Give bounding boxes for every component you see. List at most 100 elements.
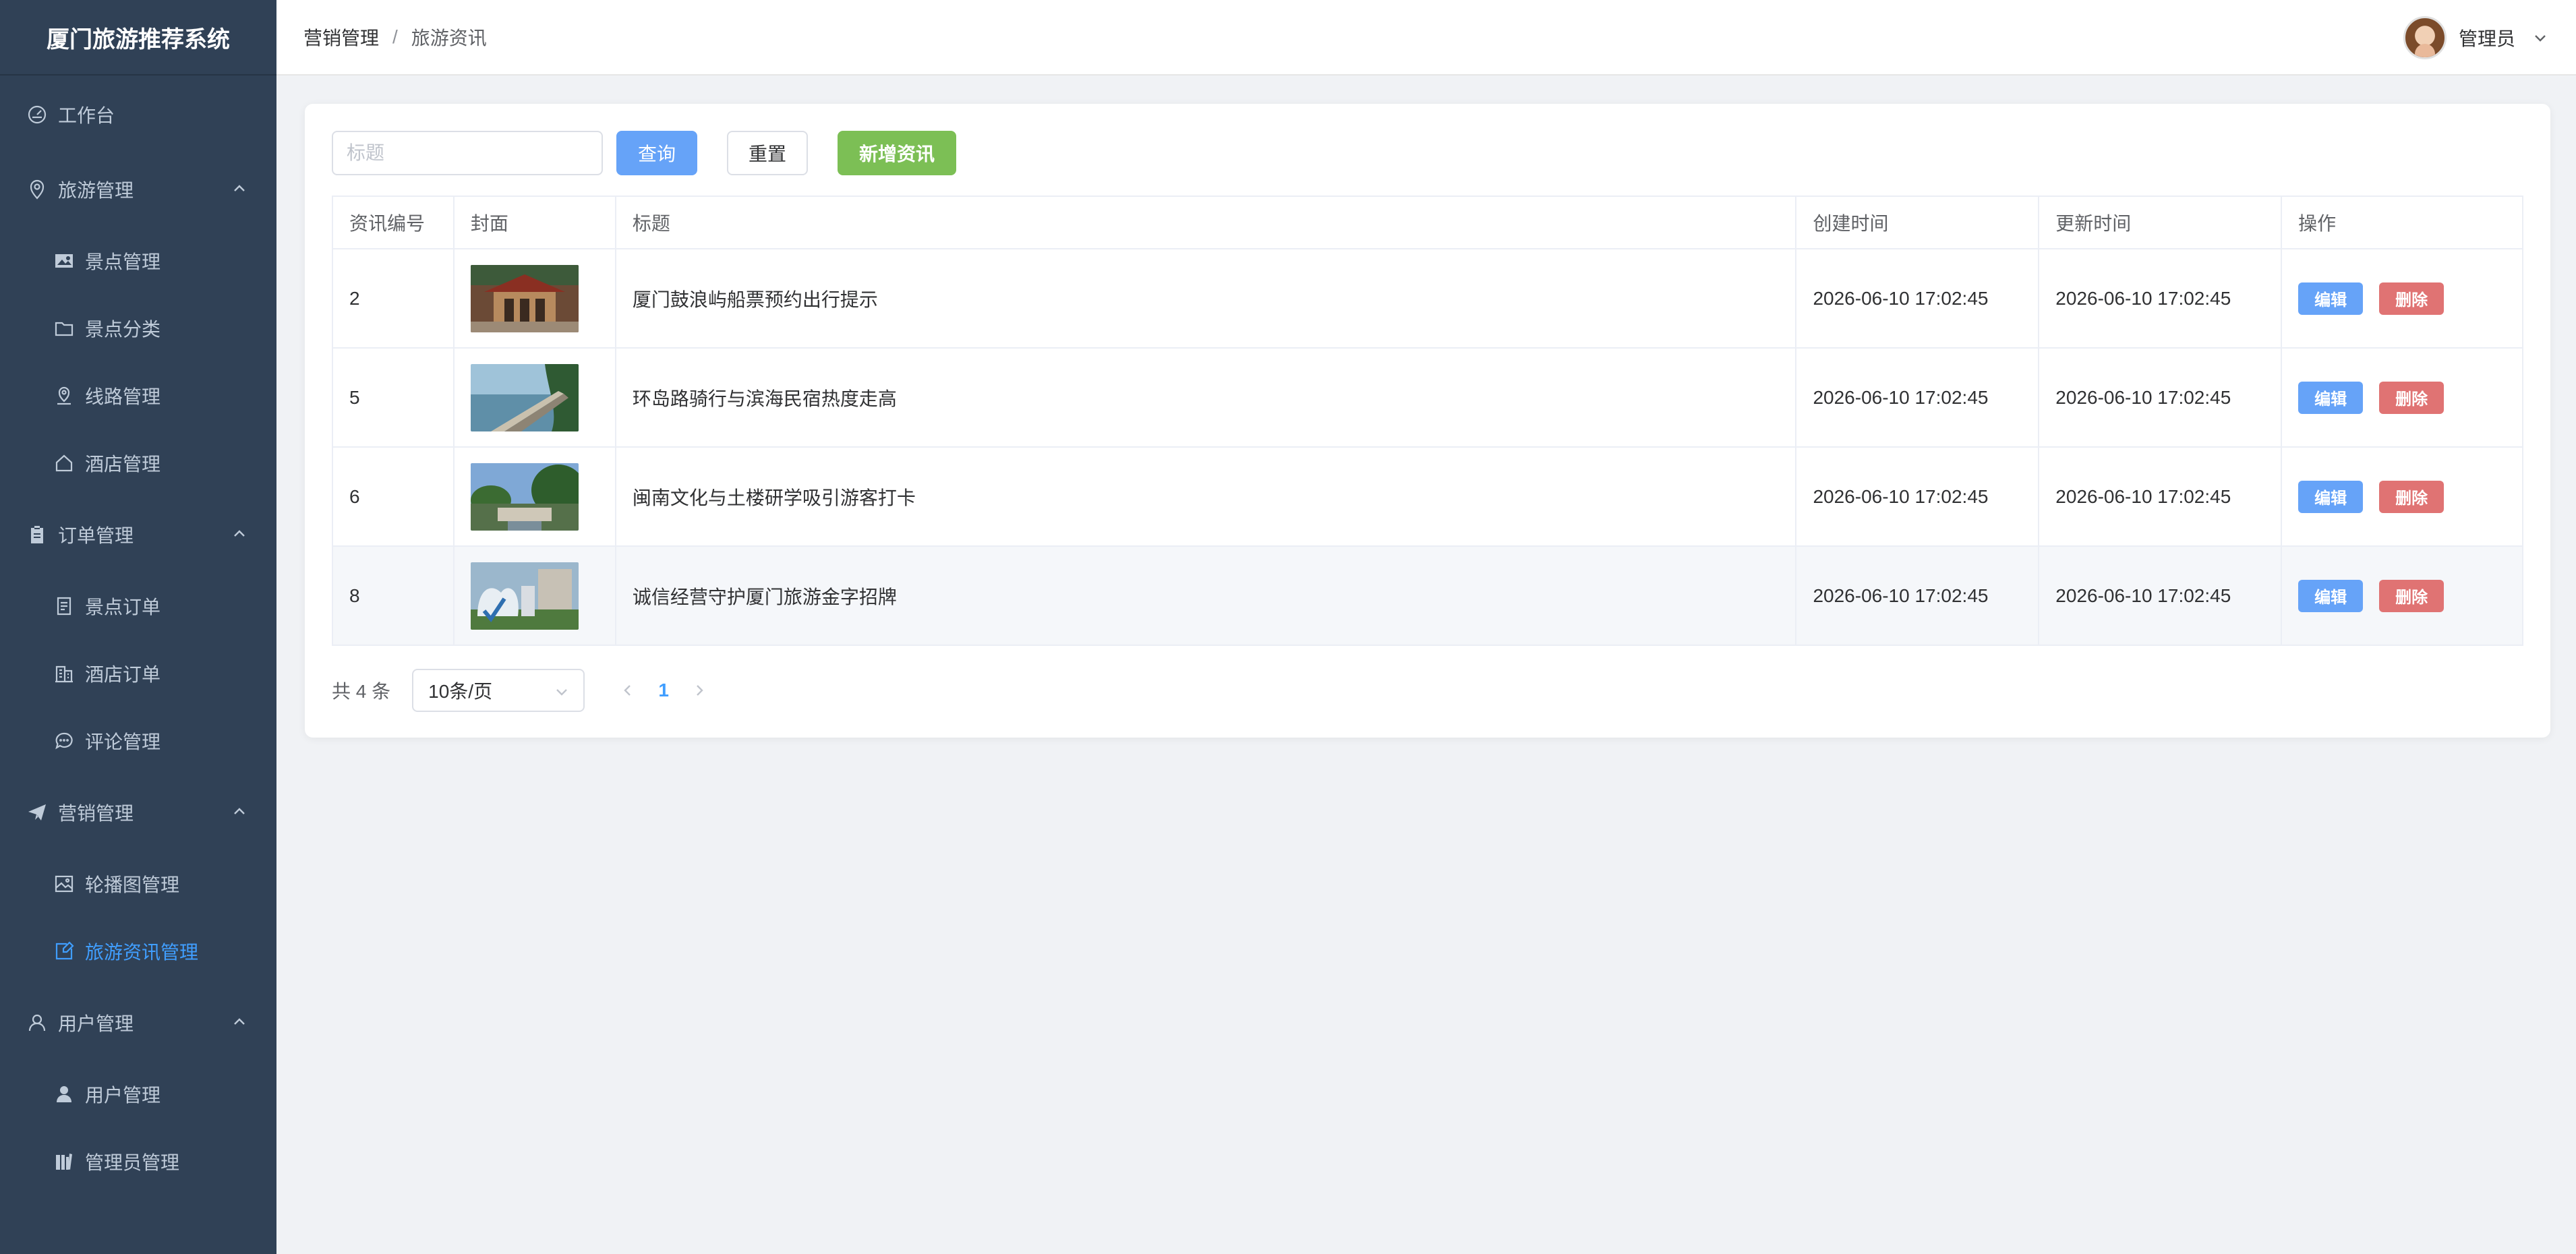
next-page-button[interactable]: [686, 677, 713, 704]
user-menu[interactable]: 管理员: [2403, 13, 2549, 62]
sidebar-group-marketing[interactable]: 营销管理: [0, 779, 276, 846]
user-solid-icon: [53, 1083, 76, 1106]
reset-button[interactable]: 重置: [727, 131, 808, 175]
location-icon: [26, 178, 49, 201]
sidebar-item-attractions[interactable]: 景点管理: [0, 227, 276, 295]
cell-actions: 编辑 删除: [2281, 545, 2523, 646]
chevron-up-icon: [231, 1013, 248, 1031]
news-table: 资讯编号 封面 标题 创建时间 更新时间 操作 2 厦门鼓浪屿船票预约出行提示 …: [332, 196, 2523, 646]
user-name: 管理员: [2458, 28, 2515, 49]
sidebar-item-label: 用户管理: [58, 1013, 134, 1034]
breadcrumb-separator: /: [392, 26, 398, 47]
title-search-input[interactable]: [332, 131, 603, 175]
cell-title: 厦门鼓浪屿船票预约出行提示: [614, 248, 1797, 349]
cell-created: 2026-06-10 17:02:45: [1795, 347, 2040, 448]
dashboard-icon: [26, 103, 49, 126]
sidebar-group-travel[interactable]: 旅游管理: [0, 156, 276, 223]
app-title: 厦门旅游推荐系统: [0, 0, 276, 76]
edit-button[interactable]: 编辑: [2298, 282, 2364, 315]
sidebar-item-label: 轮播图管理: [85, 874, 180, 895]
clipboard-icon: [26, 523, 49, 546]
edit-button[interactable]: 编辑: [2298, 480, 2364, 513]
sidebar-item-label: 线路管理: [85, 386, 161, 407]
sidebar-item-hotels[interactable]: 酒店管理: [0, 429, 276, 497]
sidebar-item-categories[interactable]: 景点分类: [0, 295, 276, 362]
column-header-actions: 操作: [2281, 196, 2523, 249]
user-icon: [26, 1011, 49, 1034]
edit-button[interactable]: 编辑: [2298, 381, 2364, 414]
sidebar-item-hotel-orders[interactable]: 酒店订单: [0, 640, 276, 707]
cover-image: [470, 462, 579, 531]
cell-updated: 2026-06-10 17:02:45: [2038, 446, 2283, 547]
cell-cover: [452, 347, 616, 448]
column-header-id: 资讯编号: [332, 196, 455, 249]
delete-button[interactable]: 删除: [2379, 282, 2445, 315]
sidebar-item-news[interactable]: 旅游资讯管理: [0, 918, 276, 985]
table-row: 5 环岛路骑行与滨海民宿热度走高 2026-06-10 17:02:45 202…: [332, 347, 2523, 448]
search-toolbar: 查询 重置 新增资讯: [332, 131, 956, 175]
page-number-current[interactable]: 1: [641, 680, 686, 701]
sidebar-item-routes[interactable]: 线路管理: [0, 362, 276, 429]
news-icon: [53, 940, 76, 963]
delete-button[interactable]: 删除: [2379, 480, 2445, 513]
sidebar-item-user-list[interactable]: 用户管理: [0, 1061, 276, 1128]
column-header-cover: 封面: [452, 196, 616, 249]
sidebar-item-label: 管理员管理: [85, 1152, 180, 1173]
edit-button[interactable]: 编辑: [2298, 579, 2364, 612]
table-row: 6 闽南文化与土楼研学吸引游客打卡 2026-06-10 17:02:45 20…: [332, 446, 2523, 547]
cell-cover: [452, 545, 616, 646]
delete-button[interactable]: 删除: [2379, 579, 2445, 612]
document-icon: [53, 595, 76, 618]
promotion-icon: [26, 801, 49, 824]
chevron-up-icon: [231, 525, 248, 543]
chat-icon: [53, 729, 76, 752]
query-button[interactable]: 查询: [616, 131, 697, 175]
top-header: 营销管理 / 旅游资讯 管理员: [276, 0, 2576, 76]
sidebar-item-attraction-orders[interactable]: 景点订单: [0, 572, 276, 640]
chevron-left-icon: [624, 685, 631, 696]
cell-updated: 2026-06-10 17:02:45: [2038, 347, 2283, 448]
office-building-icon: [53, 662, 76, 685]
cell-cover: [452, 446, 616, 547]
breadcrumb: 营销管理 / 旅游资讯: [303, 24, 487, 51]
cover-image: [470, 562, 579, 630]
cell-actions: 编辑 删除: [2281, 347, 2523, 448]
column-header-title: 标题: [614, 196, 1797, 249]
sidebar-item-label: 评论管理: [85, 732, 161, 752]
house-icon: [53, 452, 76, 475]
cell-created: 2026-06-10 17:02:45: [1795, 545, 2040, 646]
delete-button[interactable]: 删除: [2379, 381, 2445, 414]
sidebar-item-admins[interactable]: 管理员管理: [0, 1128, 276, 1195]
chevron-down-icon: [2531, 29, 2549, 47]
cell-updated: 2026-06-10 17:02:45: [2038, 545, 2283, 646]
route-icon: [53, 384, 76, 407]
cell-id: 2: [332, 248, 455, 349]
breadcrumb-item-news: 旅游资讯: [411, 28, 487, 49]
table-row: 2 厦门鼓浪屿船票预约出行提示 2026-06-10 17:02:45 2026…: [332, 248, 2523, 349]
sidebar-item-label: 旅游管理: [58, 180, 134, 201]
sidebar-item-comments[interactable]: 评论管理: [0, 707, 276, 775]
cover-image: [470, 264, 579, 332]
sidebar-item-label: 酒店订单: [85, 664, 161, 685]
admin-icon: [53, 1150, 76, 1173]
column-header-updated: 更新时间: [2038, 196, 2283, 249]
chevron-down-icon: [554, 683, 570, 699]
cell-created: 2026-06-10 17:02:45: [1795, 446, 2040, 547]
sidebar-group-orders[interactable]: 订单管理: [0, 501, 276, 568]
cell-id: 8: [332, 545, 455, 646]
sidebar: 厦门旅游推荐系统 工作台 旅游管理 景点管理 景点分类 线路管理 酒店管理 订单…: [0, 0, 276, 1254]
cell-cover: [452, 248, 616, 349]
sidebar-item-label: 订单管理: [58, 525, 134, 546]
prev-page-button[interactable]: [614, 677, 641, 704]
page-size-select[interactable]: 10条/页: [412, 669, 585, 712]
breadcrumb-item-marketing[interactable]: 营销管理: [303, 24, 379, 51]
sidebar-item-banners[interactable]: 轮播图管理: [0, 850, 276, 918]
sidebar-group-users[interactable]: 用户管理: [0, 989, 276, 1056]
sidebar-item-dashboard[interactable]: 工作台: [0, 81, 276, 148]
sidebar-item-label: 景点订单: [85, 597, 161, 618]
cell-title: 闽南文化与土楼研学吸引游客打卡: [614, 446, 1797, 547]
sidebar-item-label: 景点分类: [85, 319, 161, 340]
chevron-up-icon: [231, 180, 248, 198]
add-news-button[interactable]: 新增资讯: [838, 131, 956, 175]
chevron-up-icon: [231, 803, 248, 820]
